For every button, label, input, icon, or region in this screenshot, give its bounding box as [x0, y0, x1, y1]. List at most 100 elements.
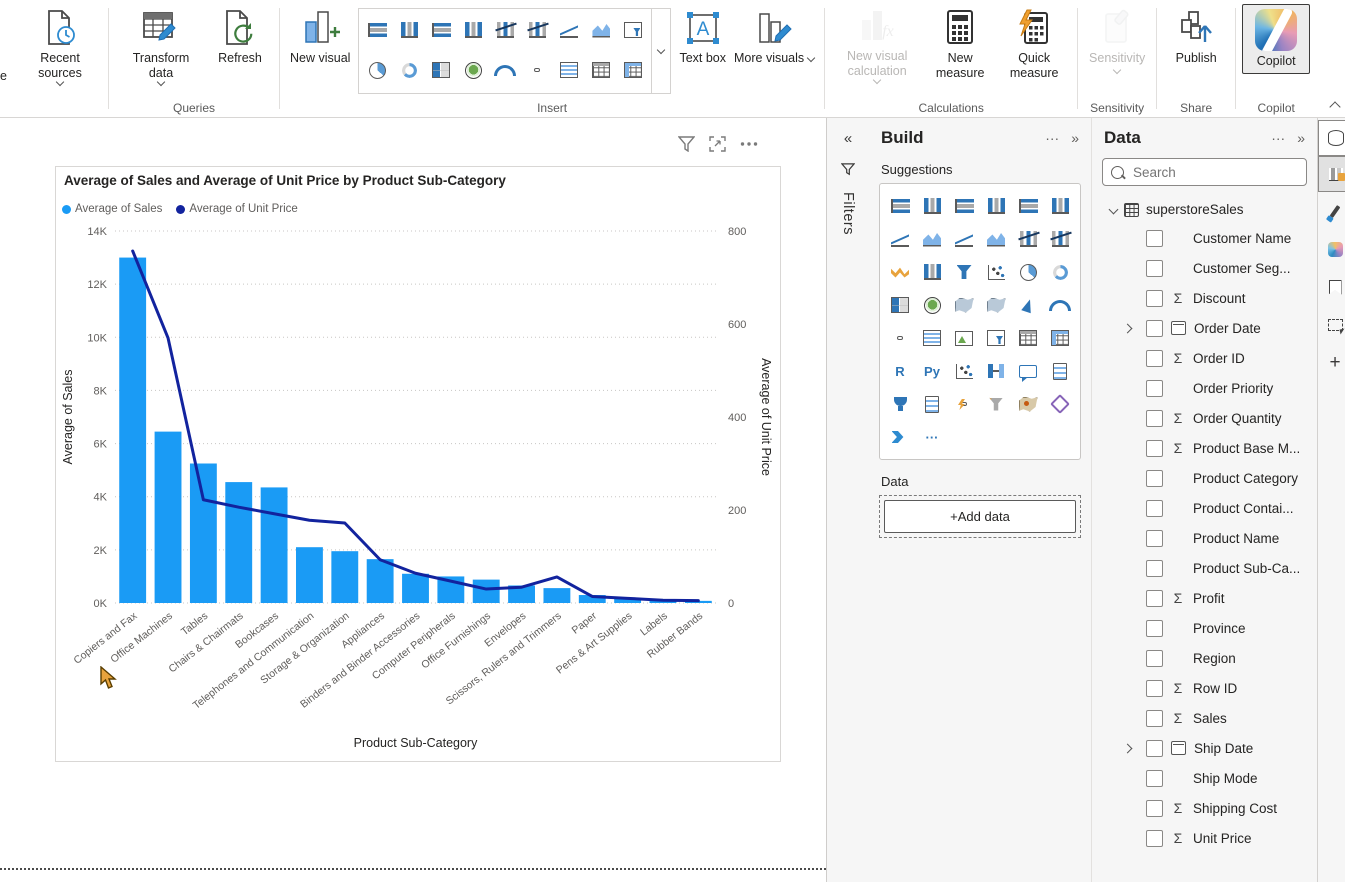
field-checkbox[interactable]	[1146, 740, 1163, 757]
key-influencers-icon[interactable]	[948, 355, 980, 387]
waterfall-chart-icon[interactable]	[916, 256, 948, 288]
bar-office-machines[interactable]	[155, 432, 182, 603]
treemap-icon[interactable]	[884, 289, 916, 321]
stacked-area-chart-icon[interactable]	[948, 223, 980, 255]
unit-price-line[interactable]	[133, 251, 699, 601]
field-row-discount[interactable]: ΣDiscount	[1092, 283, 1317, 313]
field-checkbox[interactable]	[1146, 830, 1163, 847]
build-collapse-icon[interactable]: »	[1071, 130, 1079, 146]
field-row-product-category[interactable]: Product Category	[1092, 463, 1317, 493]
treemap-icon[interactable]	[427, 56, 455, 84]
field-row-order-quantity[interactable]: ΣOrder Quantity	[1092, 403, 1317, 433]
field-row-province[interactable]: Province	[1092, 613, 1317, 643]
collapse-ribbon-icon[interactable]	[1329, 101, 1340, 112]
data-more-options-icon[interactable]: ···	[1271, 130, 1285, 146]
quick-measure-visual-icon[interactable]	[980, 388, 1012, 420]
focus-mode-icon[interactable]	[709, 136, 726, 152]
filters-funnel-icon[interactable]	[841, 163, 855, 176]
metrics-icon[interactable]	[884, 388, 916, 420]
field-row-order-id[interactable]: ΣOrder ID	[1092, 343, 1317, 373]
stacked-column-chart-icon[interactable]	[916, 190, 948, 222]
filter-icon[interactable]	[678, 136, 695, 152]
bar-appliances[interactable]	[367, 559, 394, 603]
clustered-bar-chart-icon[interactable]	[948, 190, 980, 222]
bar-storage-organization[interactable]	[331, 551, 358, 603]
multi-row-card-icon[interactable]	[555, 56, 583, 84]
donut-chart-icon[interactable]	[1044, 256, 1076, 288]
field-row-product-sub-ca-[interactable]: Product Sub-Ca...	[1092, 553, 1317, 583]
line-chart-icon[interactable]	[555, 16, 583, 44]
legend-item-unit-price[interactable]: Average of Unit Price	[176, 203, 297, 215]
field-row-ship-mode[interactable]: Ship Mode	[1092, 763, 1317, 793]
field-row-customer-seg-[interactable]: Customer Seg...	[1092, 253, 1317, 283]
more-options-icon[interactable]	[740, 141, 758, 147]
build-visual-icon[interactable]	[1318, 156, 1345, 192]
recent-sources-button[interactable]: Recent sources	[14, 4, 106, 89]
text-box-button[interactable]: A Text box	[675, 4, 730, 70]
new-visual-button[interactable]: New visual	[286, 4, 354, 70]
copilot-button[interactable]: Copilot	[1242, 4, 1310, 74]
refresh-button[interactable]: Refresh	[207, 4, 273, 70]
search-input[interactable]	[1131, 164, 1285, 181]
expand-panes-icon[interactable]: «	[844, 130, 852, 147]
field-row-ship-date[interactable]: Ship Date	[1092, 733, 1317, 763]
bar-chairs-chairmats[interactable]	[225, 482, 252, 603]
data-collapse-icon[interactable]: »	[1297, 130, 1305, 146]
map-icon[interactable]	[916, 289, 948, 321]
line-column-combo-chart-icon[interactable]	[491, 16, 519, 44]
ribbon-chart-icon[interactable]	[884, 256, 916, 288]
area-chart-icon[interactable]	[587, 16, 615, 44]
python-visual-icon[interactable]: Py	[916, 355, 948, 387]
bar-tables[interactable]	[190, 464, 217, 604]
field-row-sales[interactable]: ΣSales	[1092, 703, 1317, 733]
field-checkbox[interactable]	[1146, 680, 1163, 697]
selection-icon[interactable]	[1318, 306, 1345, 344]
format-visual-icon[interactable]	[1318, 192, 1345, 230]
pie-chart-icon[interactable]	[1012, 256, 1044, 288]
bar-telephones-and-communication[interactable]	[296, 547, 323, 603]
line-stacked-column-combo-chart-icon[interactable]	[523, 16, 551, 44]
field-row-product-name[interactable]: Product Name	[1092, 523, 1317, 553]
field-checkbox[interactable]	[1146, 770, 1163, 787]
field-checkbox[interactable]	[1146, 800, 1163, 817]
100-stacked-column-chart-icon[interactable]	[1044, 190, 1076, 222]
field-row-order-date[interactable]: Order Date	[1092, 313, 1317, 343]
stacked-bar-chart-icon[interactable]	[884, 190, 916, 222]
copilot-pane-icon[interactable]	[1318, 230, 1345, 268]
bar-copiers-and-fax[interactable]	[119, 258, 146, 603]
stacked-bar-chart-icon[interactable]	[363, 16, 391, 44]
data-pane-icon[interactable]	[1318, 120, 1345, 156]
scatter-chart-icon[interactable]	[980, 256, 1012, 288]
field-row-product-base-m-[interactable]: ΣProduct Base M...	[1092, 433, 1317, 463]
field-checkbox[interactable]	[1146, 290, 1163, 307]
field-checkbox[interactable]	[1146, 230, 1163, 247]
field-checkbox[interactable]	[1146, 620, 1163, 637]
clustered-column-chart-icon[interactable]	[980, 190, 1012, 222]
field-row-unit-price[interactable]: ΣUnit Price	[1092, 823, 1317, 853]
expand-field-icon[interactable]	[1123, 743, 1133, 753]
bookmarks-icon[interactable]	[1318, 268, 1345, 306]
add-pane-icon[interactable]: +	[1318, 344, 1345, 382]
smart-narrative-icon[interactable]	[1044, 355, 1076, 387]
new-visual-calculation-button[interactable]: fx New visual calculation	[831, 4, 923, 87]
100-stacked-area-chart-icon[interactable]	[980, 223, 1012, 255]
donut-chart-icon[interactable]	[395, 56, 423, 84]
paginated-report-icon[interactable]	[916, 388, 948, 420]
line-stacked-column-combo-icon[interactable]	[1044, 223, 1076, 255]
field-checkbox[interactable]	[1146, 590, 1163, 607]
combo-chart-plot[interactable]: 0K2K4K6K8K10K12K14K0200400600800Copiers …	[58, 223, 774, 755]
bar-office-furnishings[interactable]	[473, 580, 500, 603]
field-checkbox[interactable]	[1146, 380, 1163, 397]
field-checkbox[interactable]	[1146, 260, 1163, 277]
arcgis-map-icon[interactable]	[1012, 388, 1044, 420]
gauge-icon[interactable]	[1044, 289, 1076, 321]
gallery-expand-button[interactable]	[651, 9, 670, 93]
field-checkbox[interactable]	[1146, 470, 1163, 487]
field-checkbox[interactable]	[1146, 440, 1163, 457]
slicer-icon[interactable]	[980, 322, 1012, 354]
field-row-order-priority[interactable]: Order Priority	[1092, 373, 1317, 403]
azure-map-icon[interactable]	[1012, 289, 1044, 321]
more-visual-types-icon[interactable]: ···	[916, 421, 948, 453]
bar-bookcases[interactable]	[261, 487, 288, 603]
field-checkbox[interactable]	[1146, 350, 1163, 367]
